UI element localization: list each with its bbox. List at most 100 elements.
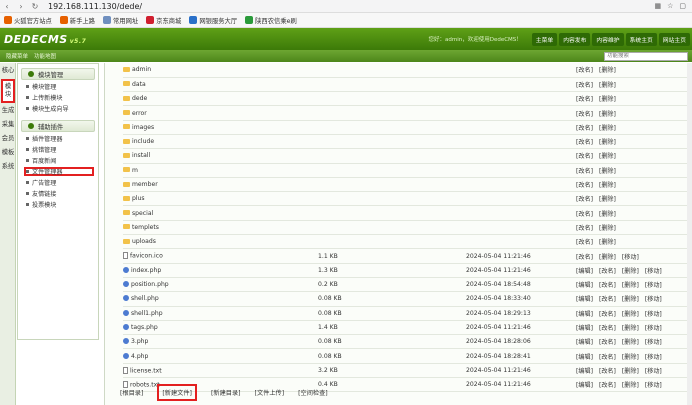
file-action-link[interactable]: [删除] (599, 182, 616, 189)
file-action-link[interactable]: [删除] (622, 282, 639, 289)
file-action-link[interactable]: [改名] (599, 354, 616, 361)
file-action-link[interactable]: [改名] (599, 382, 616, 389)
file-action-link[interactable]: [改名] (576, 239, 593, 246)
file-action-link[interactable]: [删除] (599, 67, 616, 74)
file-row[interactable]: position.php 0.2 KB 2024-05-04 18:54:48 [编辑… (123, 277, 692, 293)
folder-row[interactable]: data [改名] [删除] (123, 77, 692, 93)
bookmark-item[interactable]: 网银服务大厅 (189, 16, 237, 25)
file-action-link[interactable]: [删除] (599, 239, 616, 246)
vertical-tab[interactable]: 生成 (1, 105, 15, 117)
folder-name[interactable]: include (132, 138, 154, 145)
file-action-link[interactable]: [移动] (645, 325, 662, 332)
top-nav-item[interactable]: 内容维护 (592, 32, 624, 46)
bottom-action-link[interactable]: [根目录] (120, 388, 143, 397)
file-action-link[interactable]: [改名] (599, 339, 616, 346)
file-action-link[interactable]: [删除] (622, 325, 639, 332)
folder-name[interactable]: member (132, 181, 158, 188)
bookmark-item[interactable]: 京东商城 (146, 16, 181, 25)
file-action-link[interactable]: [改名] (576, 211, 593, 218)
file-action-link[interactable]: [改名] (576, 125, 593, 132)
file-action-link[interactable]: [改名] (599, 368, 616, 375)
file-action-link[interactable]: [改名] (576, 96, 593, 103)
file-name[interactable]: position.php (131, 281, 169, 288)
file-action-link[interactable]: [改名] (576, 182, 593, 189)
folder-row[interactable]: m [改名] [删除] (123, 163, 692, 178)
reload-icon[interactable]: ↻ (28, 2, 42, 11)
folder-name[interactable]: uploads (132, 238, 156, 245)
sidebar-item[interactable]: 上传新模块 (26, 93, 98, 102)
vertical-tab[interactable]: 采集 (1, 119, 15, 131)
file-action-link[interactable]: [改名] (599, 282, 616, 289)
file-action-link[interactable]: [改名] (599, 268, 616, 275)
folder-row[interactable]: plus [改名] [删除] (123, 191, 692, 207)
sidebar-item[interactable]: 投票模块 (26, 200, 98, 209)
file-action-link[interactable]: [编辑] (576, 354, 593, 361)
file-action-link[interactable]: [改名] (576, 196, 593, 203)
sidebar-item[interactable]: 广告管理 (26, 178, 98, 187)
function-map-link[interactable]: 功能地图 (34, 52, 56, 60)
file-action-link[interactable]: [改名] (576, 139, 593, 146)
vertical-tab[interactable]: 模块 (1, 79, 15, 103)
folder-row[interactable]: include [改名] [删除] (123, 134, 692, 150)
folder-row[interactable]: special [改名] [删除] (123, 205, 692, 221)
folder-name[interactable]: plus (132, 195, 145, 202)
back-icon[interactable]: ‹ (0, 2, 14, 11)
file-action-link[interactable]: [编辑] (576, 282, 593, 289)
file-action-link[interactable]: [编辑] (576, 268, 593, 275)
sidebar-item[interactable]: 友情链接 (26, 189, 98, 198)
file-row[interactable]: shell1.php 0.08 KB 2024-05-04 18:29:13 [编辑]… (123, 306, 692, 321)
bottom-action-link[interactable]: [文件上传] (255, 388, 285, 397)
file-action-link[interactable]: [改名] (576, 254, 593, 261)
folder-name[interactable]: templets (132, 224, 159, 231)
file-action-link[interactable]: [删除] (599, 125, 616, 132)
file-action-link[interactable]: [移动] (645, 354, 662, 361)
vertical-tab[interactable]: 模板 (1, 147, 15, 159)
file-action-link[interactable]: [改名] (599, 325, 616, 332)
folder-row[interactable]: error [改名] [删除] (123, 105, 692, 121)
file-action-link[interactable]: [改名] (599, 296, 616, 303)
file-name[interactable]: license.txt (130, 367, 162, 374)
bookmark-item[interactable]: 新手上路 (59, 16, 95, 25)
vertical-tab[interactable]: 核心 (1, 65, 15, 77)
file-action-link[interactable]: [删除] (599, 168, 616, 175)
file-action-link[interactable]: [删除] (599, 82, 616, 89)
folder-name[interactable]: admin (132, 66, 151, 73)
file-row[interactable]: index.php 1.3 KB 2024-05-04 11:21:46 [编辑] [改… (123, 263, 692, 278)
file-action-link[interactable]: [删除] (599, 111, 616, 118)
address-input[interactable]: 192.168.111.130/dede/ (48, 2, 142, 11)
file-name[interactable]: shell1.php (131, 310, 163, 317)
file-action-link[interactable]: [改名] (599, 311, 616, 318)
file-action-link[interactable]: [删除] (599, 196, 616, 203)
folder-row[interactable]: uploads [改名] [删除] (123, 234, 692, 250)
hide-menu-link[interactable]: 隐藏菜单 (6, 52, 28, 60)
top-nav-item[interactable]: 网站主页 (658, 32, 690, 46)
file-action-link[interactable]: [移动] (645, 311, 662, 318)
folder-row[interactable]: member [改名] [删除] (123, 177, 692, 193)
file-action-link[interactable]: [删除] (599, 139, 616, 146)
vertical-tab[interactable]: 系统 (1, 161, 15, 173)
file-action-link[interactable]: [编辑] (576, 339, 593, 346)
sidebar-item[interactable]: 百度新闻 (26, 156, 98, 165)
forward-icon[interactable]: › (14, 2, 28, 11)
file-name[interactable]: shell.php (131, 295, 159, 302)
folder-row[interactable]: dede [改名] [删除] (123, 91, 692, 107)
sidebar-item[interactable]: 模块管理 (26, 82, 98, 91)
vertical-tab[interactable]: 会员 (1, 133, 15, 145)
file-action-link[interactable]: [删除] (622, 368, 639, 375)
sidebar-item[interactable]: 插件管理器 (26, 134, 98, 143)
sidebar-section-header[interactable]: 模块管理 (21, 68, 95, 80)
file-action-link[interactable]: [移动] (645, 368, 662, 375)
qr-icon[interactable]: ▦ (654, 2, 661, 10)
folder-row[interactable]: admin [改名] [删除] (123, 63, 692, 78)
file-row[interactable]: license.txt 3.2 KB 2024-05-04 11:21:46 [编辑]… (123, 363, 692, 379)
sidebar-item[interactable]: 挑错管理 (26, 145, 98, 154)
bottom-action-link[interactable]: [空间检查] (298, 388, 328, 397)
file-row[interactable]: 3.php 0.08 KB 2024-05-04 18:28:06 [编辑] [改名] [… (123, 334, 692, 350)
file-action-link[interactable]: [改名] (576, 82, 593, 89)
folder-name[interactable]: m (132, 167, 138, 174)
file-action-link[interactable]: [删除] (622, 311, 639, 318)
folder-name[interactable]: error (132, 110, 147, 117)
file-action-link[interactable]: [改名] (576, 168, 593, 175)
file-name[interactable]: index.php (131, 267, 161, 274)
function-search-input[interactable] (604, 51, 688, 61)
